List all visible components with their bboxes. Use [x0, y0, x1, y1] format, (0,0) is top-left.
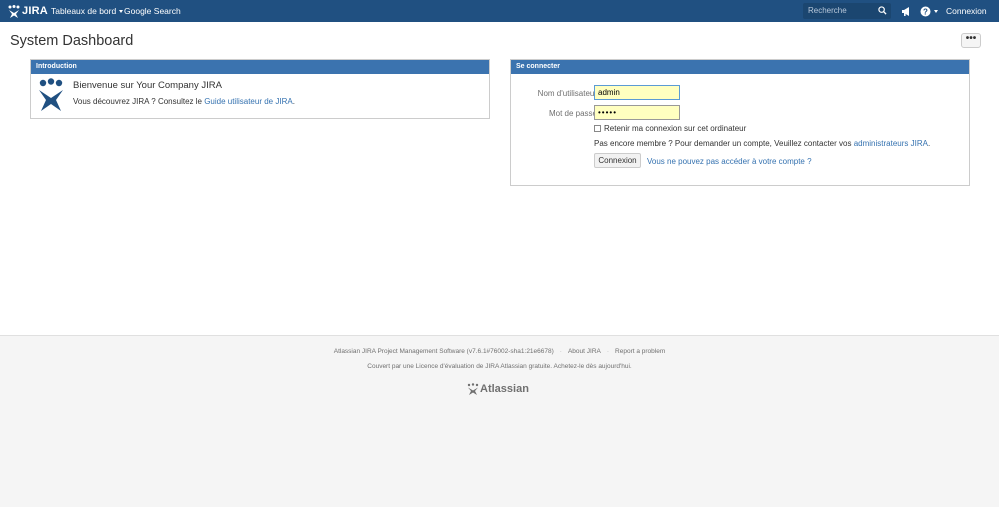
- username-field[interactable]: admin: [594, 85, 680, 100]
- jira-logo[interactable]: JIRA: [8, 4, 48, 18]
- help-menu-button[interactable]: ?: [920, 4, 938, 18]
- jira-logo-icon: [8, 4, 20, 18]
- header-login-label: Connexion: [946, 6, 987, 16]
- not-member-suffix: .: [927, 139, 931, 148]
- password-field[interactable]: •••••: [594, 105, 680, 120]
- intro-desc-suffix: .: [292, 97, 295, 106]
- nav-dashboards-label: Tableaux de bord: [51, 6, 117, 16]
- jira-figure-icon: [39, 78, 63, 111]
- atlassian-logo-text: Atlassian: [480, 383, 529, 395]
- svg-text:?: ?: [923, 7, 928, 16]
- atlassian-logo[interactable]: Atlassian: [467, 383, 529, 395]
- chevron-down-icon: [934, 9, 938, 13]
- footer-separator: ·: [559, 348, 562, 355]
- remember-me-option[interactable]: Retenir ma connexion sur cet ordinateur: [594, 124, 746, 133]
- intro-description: Vous découvrez JIRA ? Consultez le Guide…: [73, 97, 295, 106]
- forgot-access-link[interactable]: Vous ne pouvez pas accéder à votre compt…: [647, 157, 812, 166]
- report-problem-link[interactable]: Report a problem: [615, 348, 665, 355]
- admins-link[interactable]: administrateurs JIRA: [854, 139, 928, 148]
- logo-text: JIRA: [22, 5, 48, 17]
- not-member-text: Pas encore membre ? Pour demander un com…: [594, 139, 930, 148]
- not-member-prefix: Pas encore membre ? Pour demander un com…: [594, 139, 854, 148]
- footer-separator: ·: [606, 348, 610, 355]
- chevron-down-icon: [119, 9, 124, 13]
- welcome-heading: Bienvenue sur Your Company JIRA: [73, 80, 222, 91]
- gadget-title: Introduction: [31, 60, 489, 74]
- search-icon: [878, 6, 887, 15]
- footer-license: Couvert par une Licence d'évaluation de …: [367, 363, 632, 370]
- nav-google-label: Google Search: [124, 6, 181, 16]
- gadget-title: Se connecter: [511, 60, 969, 74]
- header-login-link[interactable]: Connexion: [946, 0, 987, 22]
- remember-me-checkbox[interactable]: [594, 125, 601, 132]
- search-placeholder: Recherche: [808, 6, 847, 15]
- username-label: Nom d'utilisateur: [537, 89, 597, 98]
- megaphone-icon: [902, 6, 909, 16]
- intro-desc-prefix: Vous découvrez JIRA ? Consultez le: [73, 97, 205, 106]
- remember-me-label: Retenir ma connexion sur cet ordinateur: [604, 124, 747, 133]
- about-jira-link[interactable]: About JIRA: [568, 348, 601, 355]
- search-input[interactable]: Recherche: [803, 3, 891, 19]
- notifications-button[interactable]: [901, 4, 912, 18]
- footer-software-info: Atlassian JIRA Project Management Softwa…: [333, 348, 554, 355]
- nav-google-search[interactable]: Google Search: [124, 0, 181, 22]
- password-label: Mot de passe: [548, 109, 597, 118]
- introduction-gadget: Introduction Bienvenue sur Your Company …: [30, 59, 490, 119]
- help-icon: ?: [920, 6, 931, 16]
- user-guide-link[interactable]: Guide utilisateur de JIRA: [204, 97, 293, 106]
- login-gadget: Se connecter Nom d'utilisateur admin Mot…: [510, 59, 970, 186]
- footer-links: Atlassian JIRA Project Management Softwa…: [0, 348, 999, 355]
- footer: Atlassian JIRA Project Management Softwa…: [0, 335, 999, 507]
- nav-dashboards-menu[interactable]: Tableaux de bord: [51, 0, 124, 22]
- atlassian-logo-icon: [467, 383, 479, 395]
- login-button[interactable]: Connexion: [594, 153, 641, 168]
- page-title: System Dashboard: [10, 33, 134, 49]
- top-navigation-bar: JIRA Tableaux de bord Google Search Rech…: [0, 0, 999, 22]
- more-actions-button[interactable]: •••: [961, 33, 981, 48]
